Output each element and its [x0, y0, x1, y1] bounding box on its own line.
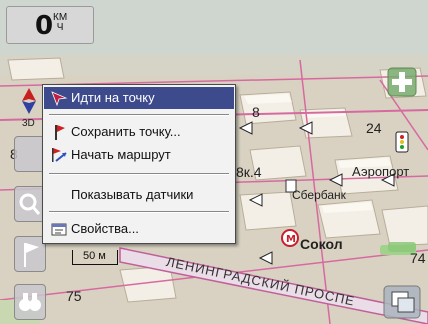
svg-text:M: M — [286, 234, 296, 245]
menu-item-start-route[interactable]: Начать маршрут — [44, 144, 234, 166]
menu-item-label: Показывать датчики — [71, 187, 194, 202]
properties-icon — [51, 223, 67, 236]
scale-label: 50 м — [83, 250, 106, 262]
layers-button[interactable] — [383, 285, 421, 319]
label-74: 74 — [410, 250, 426, 266]
label-3d: 3D — [22, 118, 35, 129]
label-sberbank: Сбербанк — [292, 188, 346, 202]
menu-item-show-sensors[interactable]: Показывать датчики — [44, 184, 234, 206]
menu-item-label: Сохранить точку... — [71, 124, 181, 139]
menu-item-label: Начать маршрут — [71, 147, 171, 162]
zoom-in-button[interactable] — [387, 67, 417, 97]
flag-icon — [24, 243, 39, 267]
label-sokol: Сокол — [300, 236, 343, 252]
speed-unit: КМ Ч — [53, 13, 67, 33]
menu-item-label: Свойства... — [71, 221, 139, 236]
binoculars-button[interactable] — [14, 284, 46, 320]
speed-value: 0 — [35, 11, 54, 41]
label-24: 24 — [366, 120, 382, 136]
menu-separator — [49, 211, 229, 213]
navigation-screen: M 8 24 8к.4 Аэропорт Сбербанк Сокол ЛЕНИ… — [0, 0, 428, 324]
binoculars-icon — [19, 293, 41, 311]
flag-icon — [55, 125, 65, 140]
label-8k4: 8к.4 — [236, 164, 262, 180]
menu-item-label: Идти на точку — [71, 90, 155, 105]
context-menu: Идти на точку Сохранить точку... Начать … — [42, 84, 236, 244]
compass-icon[interactable] — [18, 88, 40, 114]
search-icon — [19, 193, 41, 215]
menu-separator — [49, 114, 229, 116]
menu-item-go-to-point[interactable]: Идти на точку — [44, 87, 234, 109]
speed-unit-bottom: Ч — [56, 22, 64, 33]
label-building-8: 8 — [252, 104, 260, 120]
menu-item-properties[interactable]: Свойства... — [44, 218, 234, 240]
speedometer: 0 КМ Ч — [6, 6, 94, 44]
menu-item-save-point[interactable]: Сохранить точку... — [44, 121, 234, 143]
route-icon — [52, 148, 67, 162]
label-75: 75 — [66, 288, 82, 304]
label-airport: Аэропорт — [352, 164, 410, 179]
map-scale: 50 м — [72, 250, 118, 265]
menu-separator — [49, 173, 229, 175]
walk-arrow-icon — [51, 91, 68, 106]
